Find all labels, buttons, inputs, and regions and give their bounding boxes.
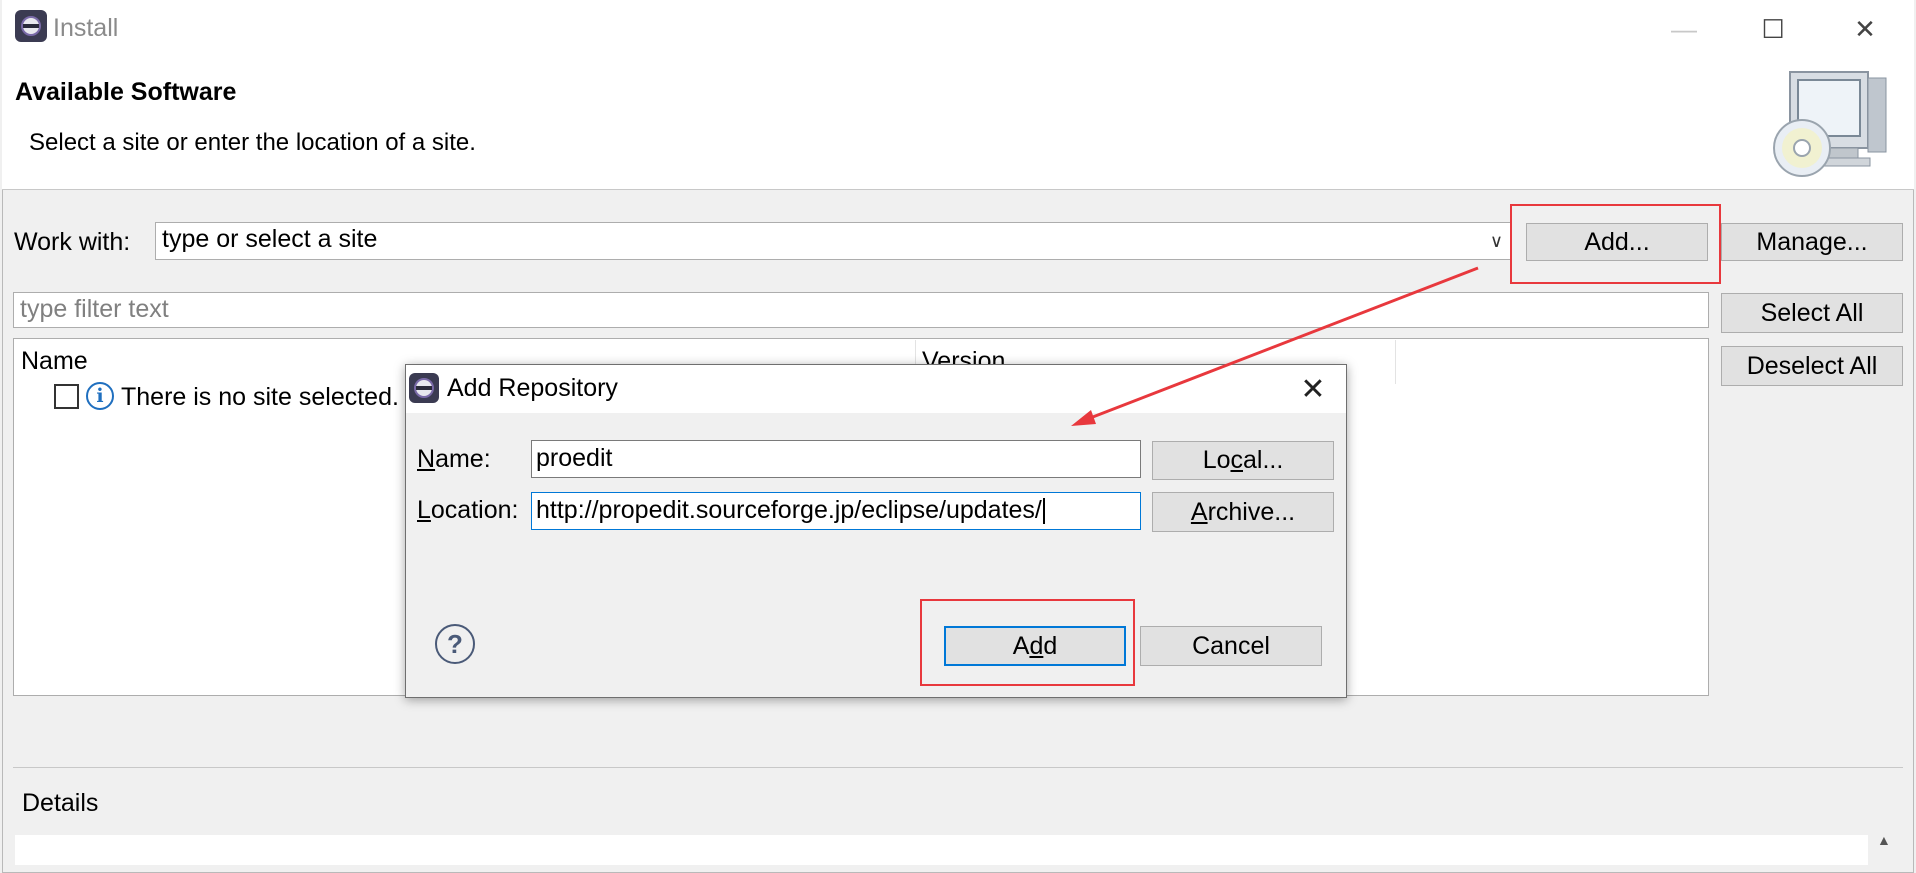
annotation-arrow-icon <box>1071 266 1479 426</box>
